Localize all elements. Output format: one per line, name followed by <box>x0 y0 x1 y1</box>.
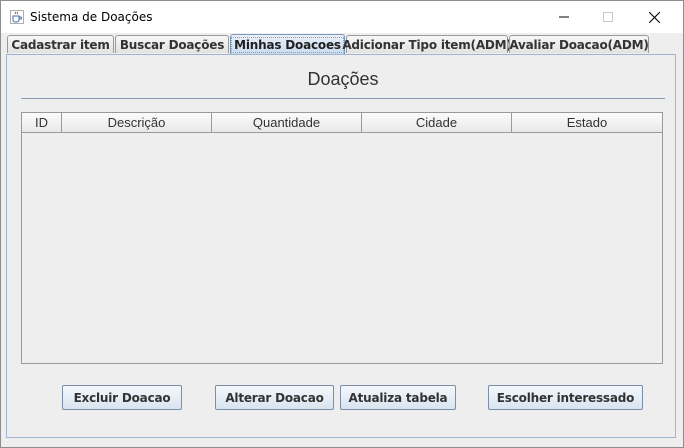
refresh-table-button[interactable]: Atualiza tabela <box>340 385 456 410</box>
title-bar[interactable]: Sistema de Doações <box>1 1 683 33</box>
edit-donation-button[interactable]: Alterar Doacao <box>215 385 334 410</box>
choose-interested-button[interactable]: Escolher interessado <box>488 385 643 410</box>
main-window: Sistema de Doações Cadastrar item Buscar… <box>0 0 684 448</box>
minimize-icon <box>559 16 569 18</box>
donations-table[interactable]: ID Descrição Quantidade Cidade Estado <box>21 112 663 364</box>
tab-avaliar-doacao[interactable]: Avaliar Doacao(ADM) <box>509 35 649 53</box>
table-header: ID Descrição Quantidade Cidade Estado <box>22 113 662 134</box>
tab-label: Adicionar Tipo item(ADM) <box>342 37 512 52</box>
delete-donation-button[interactable]: Excluir Doacao <box>62 385 182 410</box>
column-header-estado[interactable]: Estado <box>512 113 662 133</box>
tab-content-panel: Doações ID Descrição Quantidade Cidade E… <box>6 54 676 438</box>
tab-minhas-doacoes[interactable]: Minhas Doacoes <box>230 34 345 54</box>
column-header-id[interactable]: ID <box>22 113 62 133</box>
minimize-button[interactable] <box>541 1 587 33</box>
column-header-descricao[interactable]: Descrição <box>62 113 212 133</box>
maximize-icon <box>603 12 613 22</box>
close-button[interactable] <box>631 1 677 33</box>
column-header-cidade[interactable]: Cidade <box>362 113 512 133</box>
heading-section: Doações <box>21 55 665 99</box>
tab-adicionar-tipo-item[interactable]: Adicionar Tipo item(ADM) <box>342 35 512 53</box>
table-body[interactable] <box>22 134 662 363</box>
column-header-quantidade[interactable]: Quantidade <box>212 113 362 133</box>
tab-cadastrar-item[interactable]: Cadastrar item <box>7 35 114 53</box>
maximize-button[interactable] <box>585 1 631 33</box>
close-icon <box>648 11 660 23</box>
tab-buscar-doacoes[interactable]: Buscar Doações <box>115 35 229 53</box>
java-cup-icon <box>10 10 24 24</box>
tab-bar: Cadastrar item Buscar Doações Minhas Doa… <box>1 33 683 54</box>
tab-label: Buscar Doações <box>119 37 225 52</box>
window-title: Sistema de Doações <box>30 10 153 24</box>
tab-label: Avaliar Doacao(ADM) <box>509 37 649 52</box>
tab-label: Cadastrar item <box>11 37 110 52</box>
tab-label: Minhas Doacoes <box>231 36 344 53</box>
page-title: Doações <box>307 69 379 89</box>
